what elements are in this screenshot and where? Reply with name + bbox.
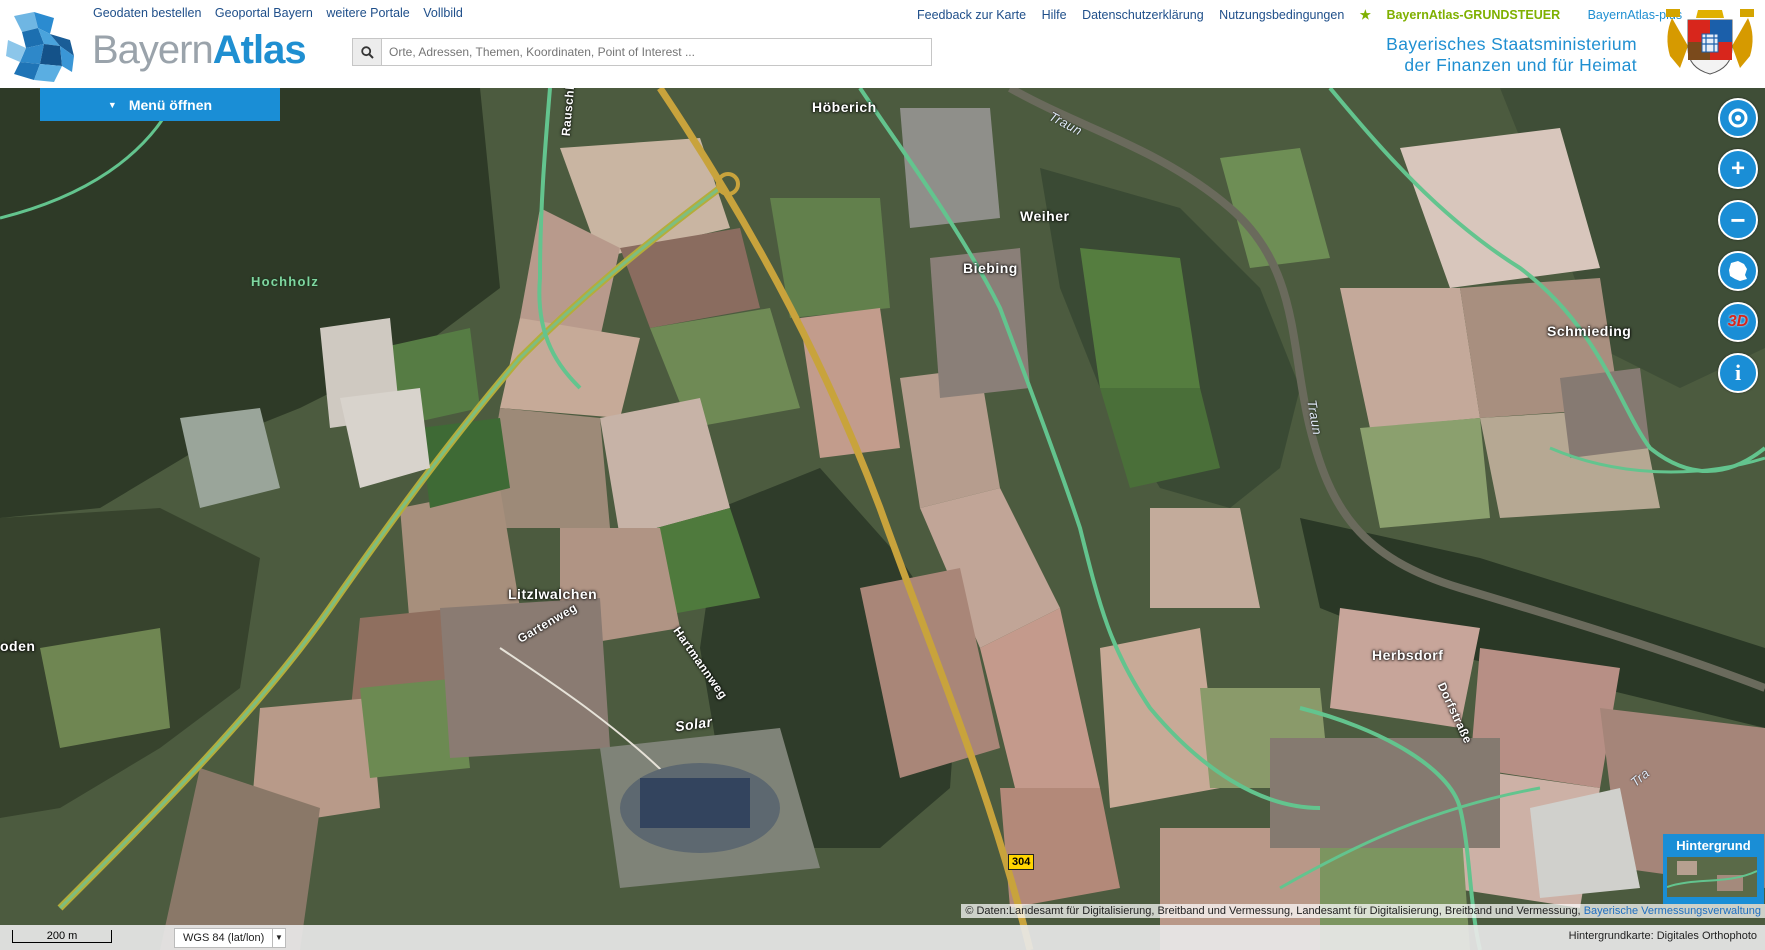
- link-geodaten-bestellen[interactable]: Geodaten bestellen: [93, 6, 201, 20]
- ministry-line-1: Bayerisches Staatsministerium: [1386, 34, 1637, 54]
- place-label-herbsdorf: Herbsdorf: [1372, 647, 1444, 663]
- info-icon: i: [1734, 360, 1742, 385]
- background-switcher-label: Hintergrund: [1676, 838, 1751, 853]
- ministry-title[interactable]: Bayerisches Staatsministerium der Finanz…: [1386, 34, 1637, 76]
- search-input[interactable]: [383, 39, 935, 65]
- locate-button[interactable]: [1718, 98, 1758, 138]
- search-icon: [360, 45, 374, 59]
- link-hilfe[interactable]: Hilfe: [1042, 8, 1067, 22]
- map-copyright: © Daten:Landesamt für Digitalisierung, B…: [961, 904, 1765, 918]
- map-view[interactable]: Höberich Weiher Biebing Schmieding Hochh…: [0, 88, 1765, 950]
- place-label-litzlwalchen: Litzlwalchen: [508, 586, 598, 602]
- plus-icon: +: [1730, 155, 1745, 182]
- route-number-shield: 304: [1008, 854, 1035, 870]
- scale-bar: 200 m: [12, 930, 112, 943]
- grundsteuer-label: BayernAtlas-GRUNDSTEUER: [1386, 8, 1561, 22]
- chevron-down-icon: ▼: [272, 929, 285, 947]
- link-vollbild[interactable]: Vollbild: [423, 6, 463, 20]
- three-d-label: 3D: [1727, 313, 1749, 330]
- map-status-bar: 200 m WGS 84 (lat/lon) ▼ Hintergrundkart…: [0, 925, 1765, 950]
- place-label-hoeberich: Höberich: [812, 99, 877, 115]
- background-map-info: Hintergrundkarte: Digitales Orthophoto: [1568, 930, 1757, 942]
- coordinate-system-select[interactable]: WGS 84 (lat/lon) ▼: [174, 928, 286, 948]
- link-weitere-portale[interactable]: weitere Portale: [326, 6, 409, 20]
- background-thumbnail: [1667, 857, 1757, 897]
- crs-selected-value: WGS 84 (lat/lon): [183, 932, 265, 944]
- link-geoportal-bayern[interactable]: Geoportal Bayern: [215, 6, 313, 20]
- top-nav-links: Geodaten bestellen Geoportal Bayern weit…: [93, 6, 473, 20]
- menu-open-label: Menü öffnen: [128, 96, 213, 113]
- star-icon: ★: [1359, 8, 1375, 22]
- zoom-out-button[interactable]: −: [1718, 200, 1758, 240]
- place-label-weiher: Weiher: [1020, 208, 1070, 224]
- link-datenschutz[interactable]: Datenschutzerklärung: [1082, 8, 1204, 22]
- link-grundsteuer[interactable]: ★ BayernAtlas-GRUNDSTEUER: [1360, 8, 1572, 22]
- logo-text-light: Bayern: [92, 28, 214, 72]
- place-label-hochholz: Hochholz: [251, 274, 320, 289]
- search-bar: [352, 38, 935, 66]
- menu-open-button[interactable]: ▼ Menü öffnen: [40, 88, 280, 121]
- place-label-biebing: Biebing: [963, 260, 1018, 276]
- header-right-links: Feedback zur Karte Hilfe Datenschutzerkl…: [917, 7, 1694, 22]
- place-label-boden: oden: [0, 638, 36, 654]
- three-d-button[interactable]: 3D: [1718, 302, 1758, 342]
- zoom-to-bavaria-button[interactable]: [1718, 251, 1758, 291]
- background-switcher[interactable]: Hintergrund: [1663, 834, 1764, 904]
- info-button[interactable]: i: [1718, 353, 1758, 393]
- link-nutzungsbedingungen[interactable]: Nutzungsbedingungen: [1219, 8, 1344, 22]
- search-button[interactable]: [353, 39, 382, 65]
- orthophoto-map: [0, 88, 1765, 950]
- bayernatlas-logo-icon[interactable]: [4, 10, 76, 84]
- bavaria-icon: [1729, 261, 1747, 281]
- place-label-schmieding: Schmieding: [1547, 323, 1632, 339]
- copyright-link-bvv[interactable]: Bayerische Vermessungsverwaltung: [1584, 905, 1761, 917]
- link-feedback[interactable]: Feedback zur Karte: [917, 8, 1026, 22]
- logo-text-bold: Atlas: [212, 28, 307, 72]
- caret-down-icon: ▼: [107, 99, 117, 110]
- ministry-line-2: der Finanzen und für Heimat: [1404, 55, 1637, 75]
- app-header: BayernAtlas Geodaten bestellen Geoportal…: [0, 0, 1765, 88]
- copyright-text: © Daten:Landesamt für Digitalisierung, B…: [965, 905, 1581, 917]
- bavarian-coat-of-arms-icon[interactable]: [1658, 6, 1762, 76]
- minus-icon: −: [1730, 204, 1746, 235]
- zoom-in-button[interactable]: +: [1718, 149, 1758, 189]
- locate-icon: [1728, 108, 1748, 128]
- bayernatlas-logo-text[interactable]: BayernAtlas: [92, 28, 307, 72]
